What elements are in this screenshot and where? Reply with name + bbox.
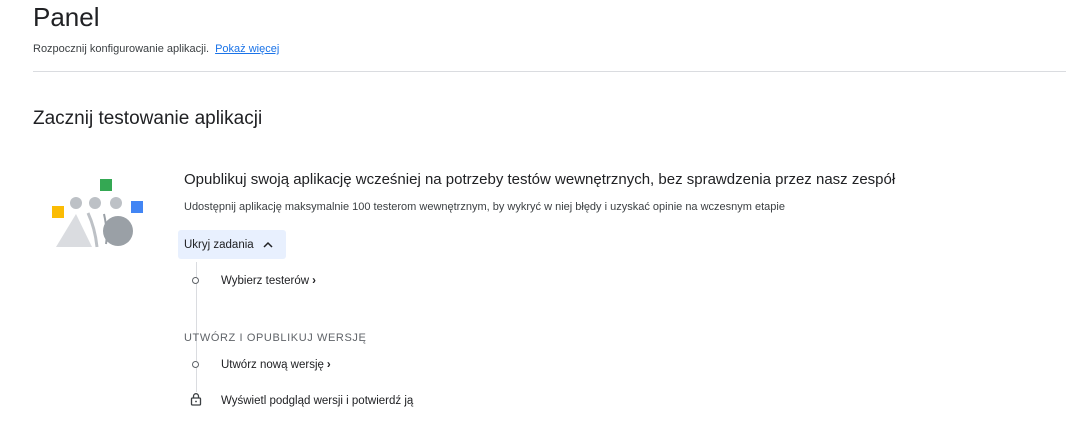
preview-release-task: Wyświetl podgląd wersji i potwierdź ją bbox=[221, 395, 414, 407]
green-square-shape bbox=[100, 179, 112, 191]
person-body-circle bbox=[103, 216, 133, 246]
header-divider bbox=[33, 71, 1066, 72]
create-release-link[interactable]: Utwórz nową wersję › bbox=[221, 357, 331, 373]
group-label: UTWÓRZ I OPUBLIKUJ WERSJĘ bbox=[184, 332, 367, 344]
testers-group-illustration bbox=[52, 179, 143, 248]
subtitle-text: Rozpocznij konfigurowanie aplikacji. bbox=[33, 43, 210, 55]
person-head-3 bbox=[110, 197, 122, 209]
chevron-right-icon: › bbox=[326, 359, 331, 371]
task-label: Utwórz nową wersję bbox=[221, 359, 324, 371]
person-body-triangle bbox=[56, 214, 92, 247]
section-title: Zacznij testowanie aplikacji bbox=[33, 108, 263, 129]
circle-icon bbox=[192, 361, 199, 368]
person-head-2 bbox=[89, 197, 101, 209]
yellow-square-shape bbox=[52, 206, 64, 218]
page-subtitle: Rozpocznij konfigurowanie aplikacji. Poka… bbox=[33, 41, 279, 57]
person-head-1 bbox=[70, 197, 82, 209]
chevron-right-icon: › bbox=[312, 275, 316, 287]
lock-icon bbox=[190, 392, 202, 406]
chevron-up-icon bbox=[263, 241, 273, 248]
show-more-link[interactable]: Pokaż więcej bbox=[215, 43, 279, 55]
page-title: Panel bbox=[33, 2, 100, 32]
hide-tasks-label: Ukryj zadania bbox=[184, 238, 254, 251]
select-testers-link[interactable]: Wybierz testerów › bbox=[221, 273, 316, 289]
task-label: Wybierz testerów bbox=[221, 275, 310, 287]
blue-square-shape bbox=[131, 201, 143, 213]
card-title: Opublikuj swoją aplikację wcześniej na p… bbox=[184, 171, 896, 188]
card-description: Udostępnij aplikację maksymalnie 100 tes… bbox=[184, 201, 785, 213]
circle-icon bbox=[192, 277, 199, 284]
hide-tasks-button[interactable]: Ukryj zadania bbox=[178, 230, 286, 259]
dashboard-page: Panel Rozpocznij konfigurowanie aplikacj… bbox=[0, 0, 1066, 429]
